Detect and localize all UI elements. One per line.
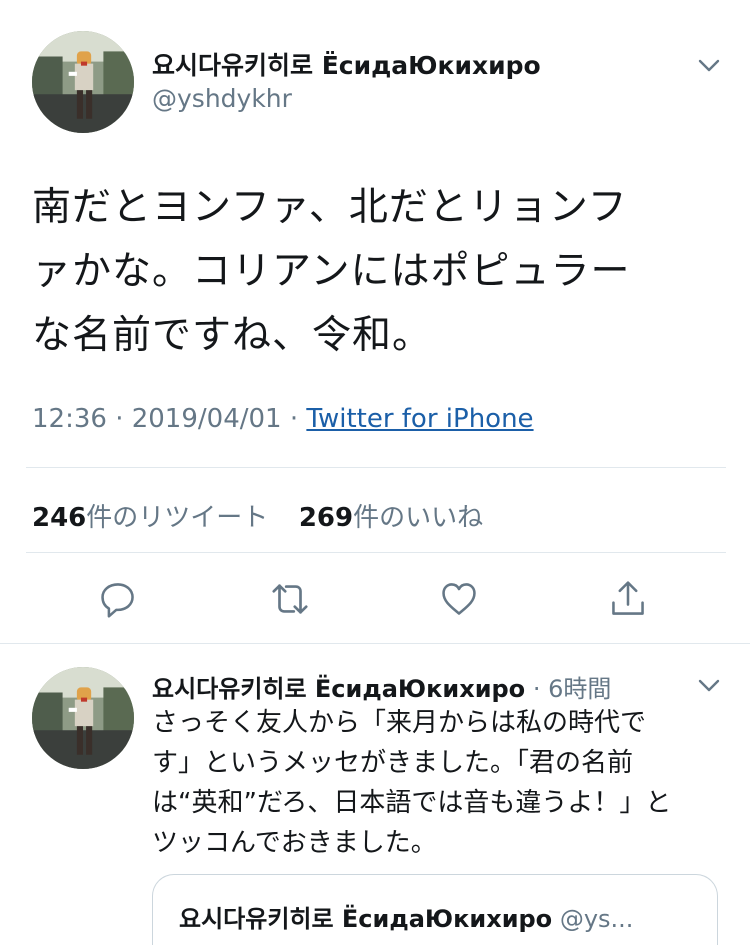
chevron-down-icon bbox=[698, 679, 720, 692]
author-avatar[interactable] bbox=[32, 31, 134, 133]
like-button[interactable] bbox=[437, 577, 481, 621]
share-icon bbox=[612, 581, 644, 615]
author-name[interactable]: 요시다유키히로 ЁсидаЮкихиро bbox=[152, 46, 541, 82]
tweet-text-line: ァかな。コリアンにはポピュラー bbox=[32, 249, 631, 294]
reply-menu-button[interactable] bbox=[696, 672, 722, 698]
tweet-text-line: 南だとヨンファ、北だとリョンフ bbox=[32, 185, 628, 230]
reply-header: 요시다유키히로 ЁсидаЮкихиро · 6時間 bbox=[152, 669, 611, 704]
reply-button[interactable] bbox=[96, 577, 140, 621]
like-icon bbox=[442, 583, 476, 615]
chevron-down-icon bbox=[698, 59, 720, 72]
quoted-author-name: 요시다유키히로 ЁсидаЮкихиро bbox=[179, 905, 553, 933]
avatar-photo bbox=[32, 31, 134, 133]
like-count: 269 bbox=[298, 503, 354, 533]
avatar-photo bbox=[32, 667, 134, 769]
share-button[interactable] bbox=[606, 577, 650, 621]
tweet-menu-button[interactable] bbox=[696, 52, 722, 78]
tweet-meta: 12:36 · 2019/04/01 · Twitter for iPhone bbox=[32, 404, 534, 434]
like-stat[interactable]: 269件のいいね bbox=[299, 503, 483, 533]
quoted-tweet-header: 요시다유키히로 ЁсидаЮкихиро @ys... bbox=[179, 899, 633, 934]
tweet-text: 南だとヨンファ、北だとリョンフ ァかな。コリアンにはポピュラー な名前ですね、令… bbox=[32, 176, 732, 368]
like-label: 件のいいね bbox=[353, 503, 484, 533]
quoted-tweet-card[interactable]: 요시다유키히로 ЁсидаЮкихиро @ys... bbox=[152, 874, 718, 945]
reply-text: さっそく友人から「来月からは私の時代で す」というメッセがきました。「君の名前 … bbox=[152, 703, 712, 863]
tweet-source-link[interactable]: Twitter for iPhone bbox=[306, 404, 533, 434]
retweet-label: 件のリツイート bbox=[86, 503, 269, 533]
reply-text-line: は“英和”だろ、日本語では音も違うよ！」と bbox=[152, 788, 672, 818]
reply-icon bbox=[101, 583, 134, 618]
tweet-text-line: な名前ですね、令和。 bbox=[32, 313, 433, 358]
retweet-button[interactable] bbox=[268, 577, 312, 621]
divider bbox=[0, 643, 750, 644]
reply-time[interactable]: · 6時間 bbox=[533, 675, 612, 703]
reply-text-line: さっそく友人から「来月からは私の時代で bbox=[152, 708, 647, 738]
retweet-count: 246 bbox=[32, 503, 87, 533]
divider bbox=[26, 552, 726, 553]
retweet-stat[interactable]: 246件のリツイート bbox=[32, 503, 268, 533]
retweet-icon bbox=[272, 584, 308, 614]
quoted-author-handle: @ys... bbox=[559, 905, 634, 933]
tweet-timestamp[interactable]: 12:36 · 2019/04/01 · bbox=[32, 404, 306, 434]
reply-author-name[interactable]: 요시다유키히로 ЁсидаЮкихиро bbox=[152, 675, 525, 703]
divider bbox=[26, 467, 726, 468]
reply-text-line: す」というメッセがきました。「君の名前 bbox=[152, 748, 634, 778]
reply-text-line: ツッコんでおきました。 bbox=[152, 828, 437, 858]
tweet-stats: 246件のリツイート 269件のいいね bbox=[32, 497, 483, 534]
reply-avatar[interactable] bbox=[32, 667, 134, 769]
author-handle[interactable]: @yshdykhr bbox=[152, 84, 292, 113]
